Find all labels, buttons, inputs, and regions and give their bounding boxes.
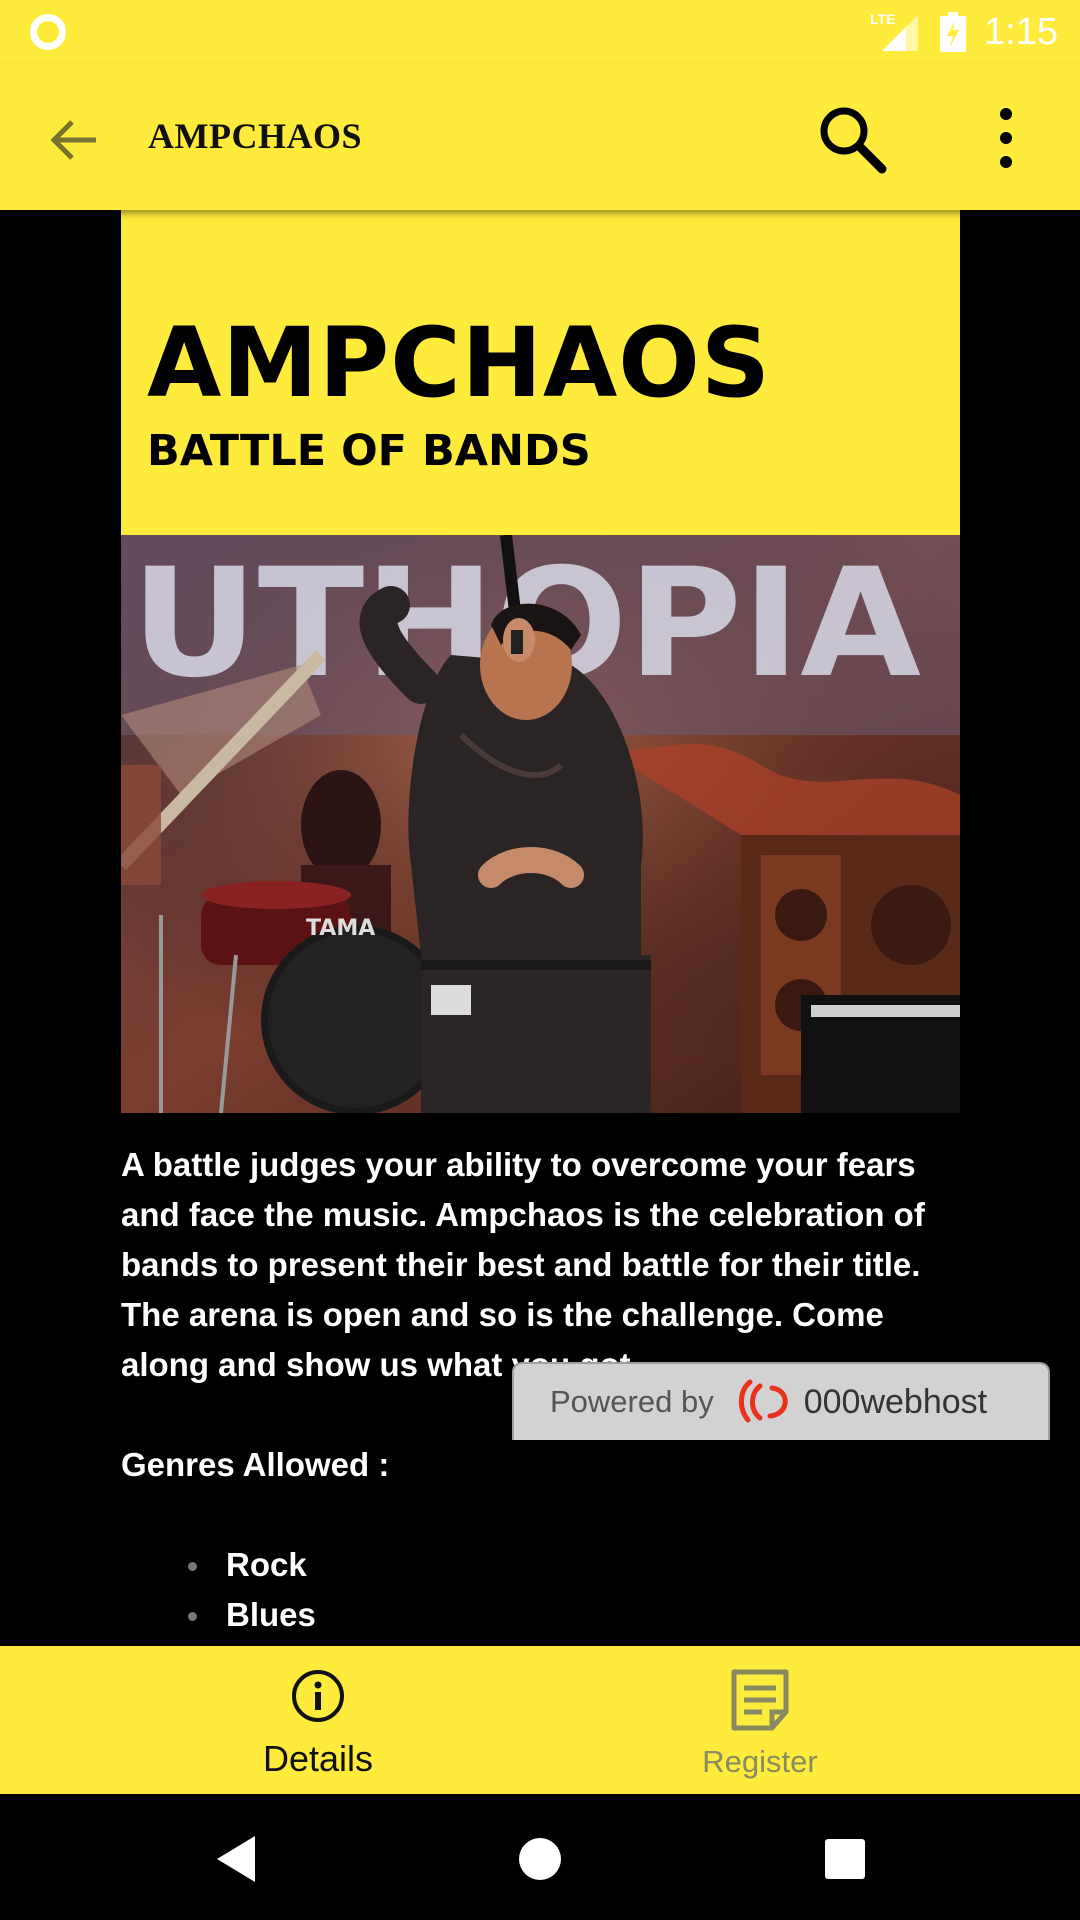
- description-paragraph: A battle judges your ability to overcome…: [121, 1146, 925, 1383]
- battery-charging-icon: [940, 12, 967, 52]
- system-recents-button[interactable]: [810, 1824, 880, 1894]
- event-header: AMPCHAOS BATTLE OF BANDS: [121, 210, 960, 535]
- app-bar: AMPCHAOS: [0, 63, 1080, 210]
- tab-register[interactable]: Register: [490, 1646, 1030, 1794]
- more-options-button[interactable]: [976, 99, 1036, 179]
- info-icon: [292, 1670, 344, 1722]
- system-navigation-bar: [0, 1794, 1080, 1920]
- app-title: AMPCHAOS: [148, 116, 362, 156]
- tab-register-label: Register: [702, 1744, 818, 1779]
- event-photo: UTHOPIA TAMA: [121, 535, 960, 1113]
- back-button[interactable]: [38, 105, 108, 175]
- system-back-button[interactable]: [205, 1824, 275, 1894]
- 000webhost-logo-icon: [738, 1379, 788, 1423]
- more-vert-icon: [1000, 108, 1012, 168]
- genres-list: Rock Blues: [121, 1540, 971, 1640]
- genre-item: Rock: [188, 1540, 971, 1590]
- event-subtitle: BATTLE OF BANDS: [147, 426, 591, 476]
- square-recents-icon: [825, 1839, 865, 1879]
- powered-by-brand: 000webhost: [803, 1382, 988, 1421]
- event-title: AMPCHAOS: [147, 307, 772, 419]
- drum-brand-text: TAMA: [306, 916, 375, 941]
- system-home-button[interactable]: [505, 1824, 575, 1894]
- bottom-navigation: Details Register: [0, 1646, 1080, 1794]
- lte-signal-icon: LTE: [870, 11, 922, 53]
- status-bar: LTE 1:15: [0, 0, 1080, 63]
- circle-home-icon: [519, 1838, 561, 1880]
- search-icon: [820, 107, 887, 174]
- genre-item: Blues: [188, 1590, 971, 1640]
- powered-by-label: Powered by: [550, 1384, 714, 1419]
- search-button[interactable]: [812, 99, 892, 179]
- arrow-back-icon: [50, 120, 96, 160]
- powered-by-badge[interactable]: Powered by 000webhost: [512, 1362, 1050, 1440]
- notification-ring-icon: [30, 14, 66, 50]
- triangle-back-icon: [217, 1836, 255, 1882]
- note-icon: [731, 1669, 789, 1731]
- genres-heading: Genres Allowed :: [121, 1446, 390, 1483]
- clock: 1:15: [984, 10, 1058, 53]
